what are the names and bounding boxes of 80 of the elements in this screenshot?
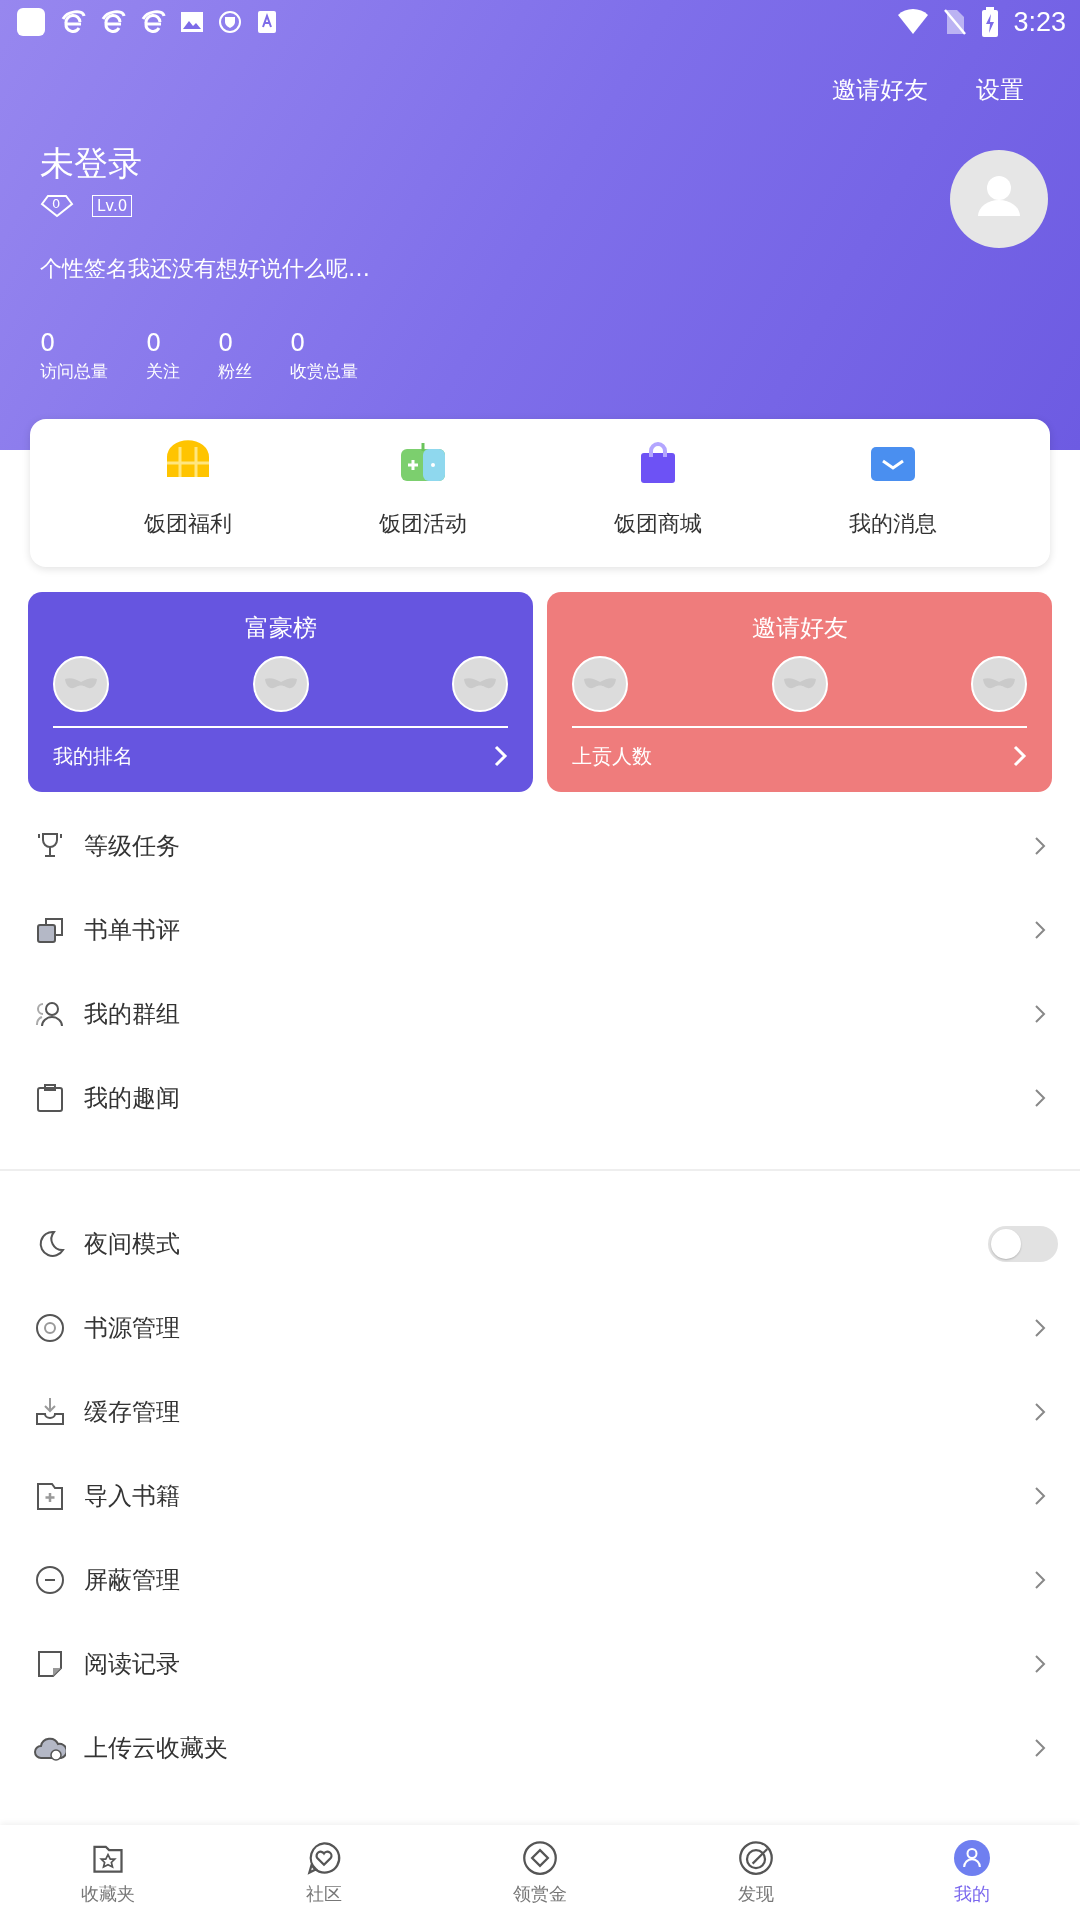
stat-value: 0 [40,328,57,359]
menu-item[interactable]: 导入书籍 [34,1454,1052,1538]
wifi-icon [897,9,930,35]
chevron-icon [1013,745,1027,767]
nav-tab[interactable]: 发现 [648,1825,864,1920]
menu-item[interactable]: 等级任务 [34,804,1052,888]
menu-item[interactable]: 上传云收藏夹 [34,1706,1052,1790]
chevron-icon [1034,1738,1046,1758]
signature: 个性签名我还没有想好说什么呢… [40,255,371,283]
chevron-icon [1034,1654,1046,1674]
avatar[interactable] [950,150,1048,248]
nav-tab[interactable]: 我的 [864,1825,1080,1920]
header-link[interactable]: 设置 [976,74,1024,106]
mask-avatar [971,656,1027,712]
chevron-icon [1034,920,1046,940]
level-badge: Lv.0 [92,195,133,217]
menu-icon [34,1312,66,1344]
chevron-icon [1034,1004,1046,1024]
document-icon [256,10,278,34]
menu-item[interactable]: 书单书评 [34,888,1052,972]
clock: 3:23 [1013,6,1066,38]
nav-tab[interactable]: 收藏夹 [0,1825,216,1920]
chevron-icon [1034,836,1046,856]
diamond-icon [40,194,74,218]
chevron-icon [494,745,508,767]
board-title: 富豪榜 [243,613,318,644]
stat-value: 0 [146,328,163,359]
chevron-icon [1034,1088,1046,1108]
shortcut-label[interactable]: 饭团活动 [378,509,467,539]
nav-icon [306,1839,342,1876]
menu-item[interactable]: 夜间模式 [34,1202,1052,1286]
menu-icon [34,1082,66,1114]
menu-icon [34,1396,66,1428]
menu-item[interactable]: 屏蔽管理 [34,1538,1052,1622]
chevron-icon [1034,1486,1046,1506]
shield-icon [218,10,242,34]
stat-value: 0 [218,328,235,359]
board-title: 邀请好友 [750,613,849,644]
menu-item[interactable]: 缓存管理 [34,1370,1052,1454]
stat-label: 访问总量 [40,360,108,383]
menu-item[interactable]: 书源管理 [34,1286,1052,1370]
nav-tab[interactable]: 领赏金 [432,1825,648,1920]
toggle-switch[interactable] [988,1226,1058,1262]
menu-item[interactable]: 我的群组 [34,972,1052,1056]
mask-avatar [572,656,628,712]
browser-icon [140,9,166,35]
chevron-icon [1034,1570,1046,1590]
shortcut-label[interactable]: 我的消息 [848,509,937,539]
menu-item[interactable]: 我的趣闻 [34,1056,1052,1140]
mask-avatar [53,656,109,712]
browser-icon [100,9,126,35]
stat-label: 粉丝 [218,360,252,383]
menu-item[interactable]: 阅读记录 [34,1622,1052,1706]
header-link[interactable]: 邀请好友 [832,74,928,106]
stat-label: 关注 [146,360,180,383]
board-footer-label: 我的排名 [53,742,133,770]
image-icon [180,10,204,34]
gem-count: 0 [52,196,61,211]
menu-icon [34,1480,66,1512]
nav-icon [738,1839,774,1876]
board-footer-label: 上贡人数 [572,742,652,770]
mask-avatar [452,656,508,712]
shortcut-label[interactable]: 饭团商城 [613,509,702,539]
chevron-icon [1034,1402,1046,1422]
username: 未登录 [40,142,143,185]
nav-icon [954,1839,990,1876]
stat-label: 收赏总量 [290,360,358,383]
chevron-icon [1034,1318,1046,1338]
app-icon [16,7,46,37]
nav-icon [522,1839,558,1876]
ranking-card[interactable]: 富豪榜 我的排名 [28,592,533,792]
mask-avatar [252,656,309,712]
shortcut-label[interactable]: 饭团福利 [143,509,232,539]
browser-icon [60,9,86,35]
nav-tab[interactable]: 社区 [216,1825,432,1920]
mask-avatar [771,656,828,712]
menu-icon [34,1564,66,1596]
stat-value: 0 [290,328,307,359]
battery-icon [981,7,1000,37]
no-sim-icon [943,8,968,36]
